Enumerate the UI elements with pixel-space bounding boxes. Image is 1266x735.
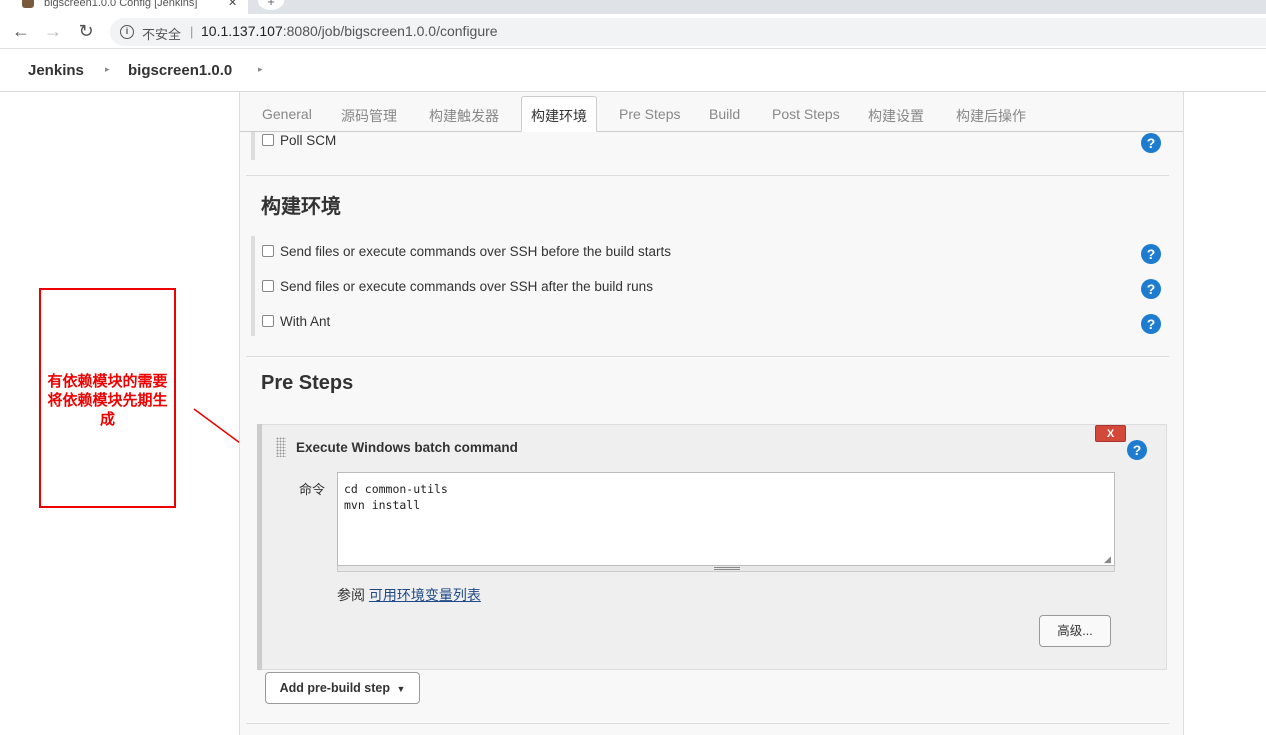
breadcrumb-arrow-icon[interactable]: ▸ [258,64,263,75]
help-icon[interactable]: ? [1141,133,1161,153]
annotation-text: 有依赖模块的需要将依赖模块先期生成 [47,372,168,428]
info-icon[interactable]: i [120,25,134,39]
breadcrumb: Jenkins ▸ bigscreen1.0.0 ▸ [0,50,1266,92]
url-separator: | [190,24,194,39]
config-tab-bar: General 源码管理 构建触发器 构建环境 Pre Steps Build … [240,92,1183,132]
breadcrumb-arrow-icon[interactable]: ▸ [105,64,110,75]
tab-pre-steps[interactable]: Pre Steps [619,106,680,122]
caret-down-icon: ▼ [396,684,406,694]
help-icon[interactable]: ? [1141,279,1161,299]
ssh-after-label: Send files or execute commands over SSH … [280,279,653,294]
tab-build-triggers[interactable]: 构建触发器 [429,106,499,126]
poll-scm-checkbox[interactable] [262,134,274,146]
ssh-after-checkbox[interactable] [262,280,274,292]
jenkins-favicon-icon [22,0,34,8]
see-also-prefix: 参阅 [337,587,365,603]
address-bar: ← → ↻ i 不安全 | 10.1.137.107:8080/job/bigs… [0,14,1266,49]
add-step-label: Add pre-build step [279,681,390,695]
close-tab-icon[interactable]: ✕ [228,0,237,10]
build-environment-title: 构建环境 [261,196,341,218]
add-pre-build-step-button[interactable]: Add pre-build step ▼ [265,672,420,704]
with-ant-checkbox[interactable] [262,315,274,327]
url-host: 10.1.137.107 [201,23,283,39]
tab-build-environment[interactable]: 构建环境 [521,96,597,132]
url-text[interactable]: 10.1.137.107:8080/job/bigscreen1.0.0/con… [201,23,498,39]
command-textarea[interactable]: cd common-utils mvn install [337,472,1115,566]
tab-post-build-actions[interactable]: 构建后操作 [956,106,1026,126]
with-ant-option: With Ant [262,314,330,329]
poll-scm-option: Poll SCM [262,133,336,148]
divider [246,356,1169,357]
security-label: 不安全 [142,27,182,42]
help-icon[interactable]: ? [1127,440,1147,460]
section-indent-bar [251,236,255,336]
config-panel: General 源码管理 构建触发器 构建环境 Pre Steps Build … [239,92,1184,735]
poll-scm-label: Poll SCM [280,133,337,148]
new-tab-button[interactable]: + [258,0,284,10]
help-icon[interactable]: ? [1141,314,1161,334]
breadcrumb-jenkins[interactable]: Jenkins [28,62,84,79]
breadcrumb-job[interactable]: bigscreen1.0.0 [128,62,232,79]
tab-build-settings[interactable]: 构建设置 [868,106,924,126]
resize-corner-icon[interactable]: ◢ [1104,554,1111,565]
tab-general[interactable]: General [262,106,312,122]
pre-steps-title: Pre Steps [261,372,354,394]
tab-post-steps[interactable]: Post Steps [772,106,840,122]
advanced-button[interactable]: 高级... [1039,615,1111,647]
delete-step-button[interactable]: X [1095,425,1126,442]
back-arrow-icon[interactable]: ← [10,20,32,42]
tab-scm[interactable]: 源码管理 [341,106,397,126]
url-path: :8080/job/bigscreen1.0.0/configure [282,23,498,39]
tab-build[interactable]: Build [709,106,740,122]
ssh-before-checkbox[interactable] [262,245,274,257]
command-label: 命令 [299,482,326,497]
reload-icon[interactable]: ↻ [75,20,97,42]
forward-arrow-icon[interactable]: → [42,20,64,42]
ssh-before-label: Send files or execute commands over SSH … [280,244,671,259]
section-indent-bar [251,132,255,160]
resize-grip-icon [714,567,740,570]
ssh-before-option: Send files or execute commands over SSH … [262,244,671,259]
browser-tab-strip: bigscreen1.0.0 Config [Jenkins] ✕ + [0,0,1266,14]
with-ant-label: With Ant [280,314,331,329]
browser-tab[interactable]: bigscreen1.0.0 Config [Jenkins] ✕ [0,0,248,14]
url-omnibox[interactable]: i 不安全 | 10.1.137.107:8080/job/bigscreen1… [110,18,1266,46]
env-vars-link[interactable]: 可用环境变量列表 [369,587,481,603]
textarea-resize-handle[interactable] [337,566,1115,572]
divider [246,175,1169,176]
browser-tab-title: bigscreen1.0.0 Config [Jenkins] [44,0,198,9]
divider [246,723,1169,724]
ssh-after-option: Send files or execute commands over SSH … [262,279,653,294]
drag-handle-icon[interactable] [276,437,286,457]
help-icon[interactable]: ? [1141,244,1161,264]
step-indent-bar [257,424,262,670]
see-also-line: 参阅 可用环境变量列表 [337,585,481,605]
step-title: Execute Windows batch command [296,440,518,455]
